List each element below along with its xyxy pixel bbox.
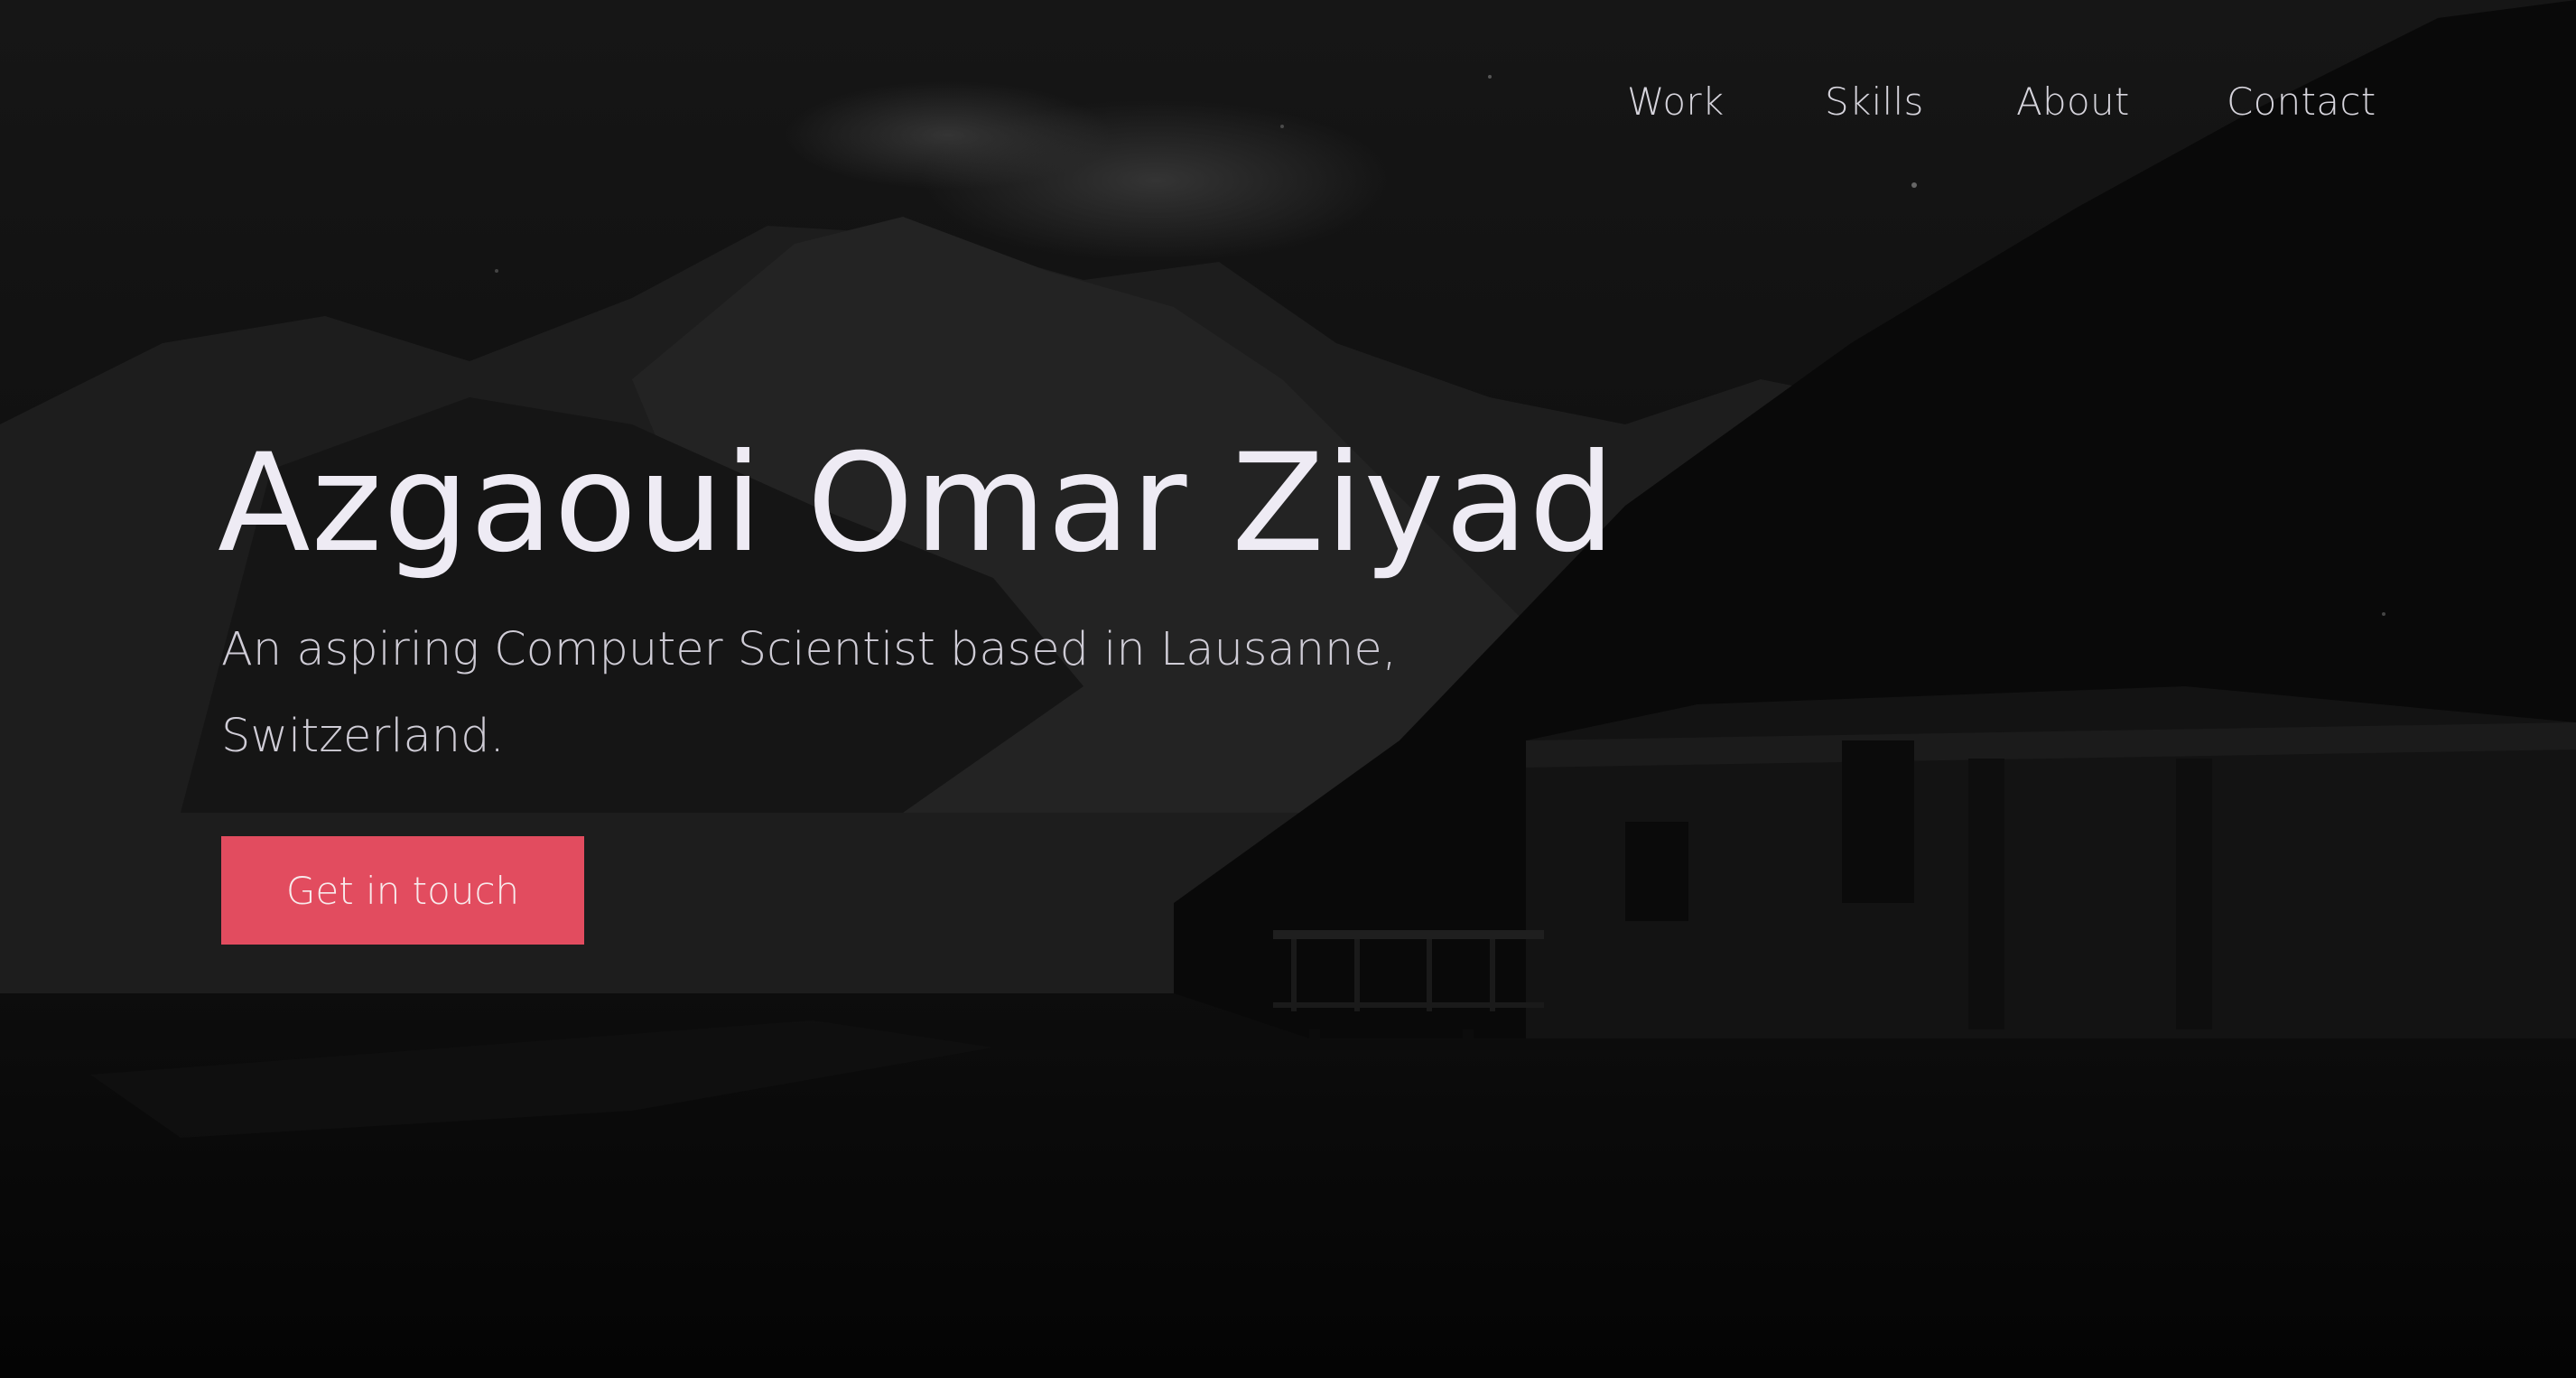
get-in-touch-button[interactable]: Get in touch [221, 836, 584, 945]
nav-link-work[interactable]: Work [1627, 79, 1725, 124]
hero-title: Azgaoui Omar Ziyad [218, 425, 1616, 582]
hero-section: Work Skills About Contact Azgaoui Omar Z… [0, 0, 2576, 1378]
nav-link-contact[interactable]: Contact [2227, 79, 2376, 124]
nav-link-about[interactable]: About [2016, 79, 2130, 124]
nav-link-skills[interactable]: Skills [1825, 79, 1924, 124]
hero-subtitle: An aspiring Computer Scientist based in … [221, 623, 1397, 763]
main-nav: Work Skills About Contact [0, 79, 2576, 134]
